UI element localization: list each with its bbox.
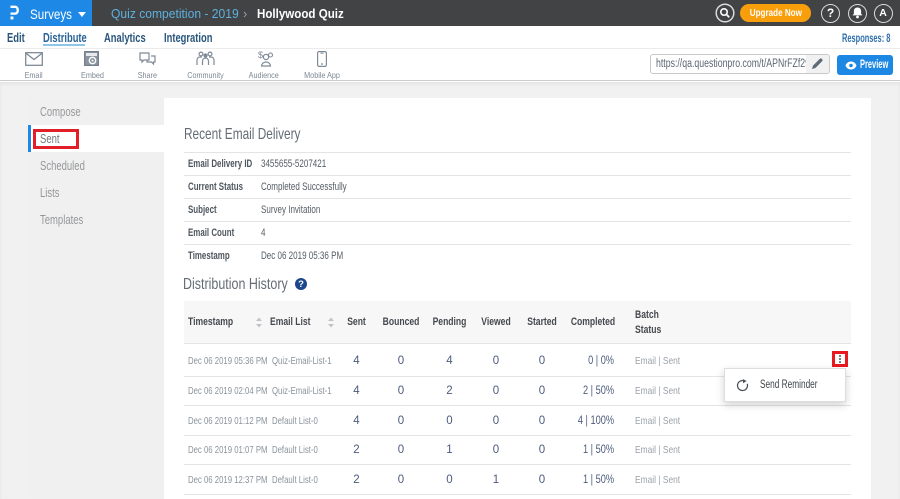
svg-text:$: $ — [258, 51, 263, 60]
